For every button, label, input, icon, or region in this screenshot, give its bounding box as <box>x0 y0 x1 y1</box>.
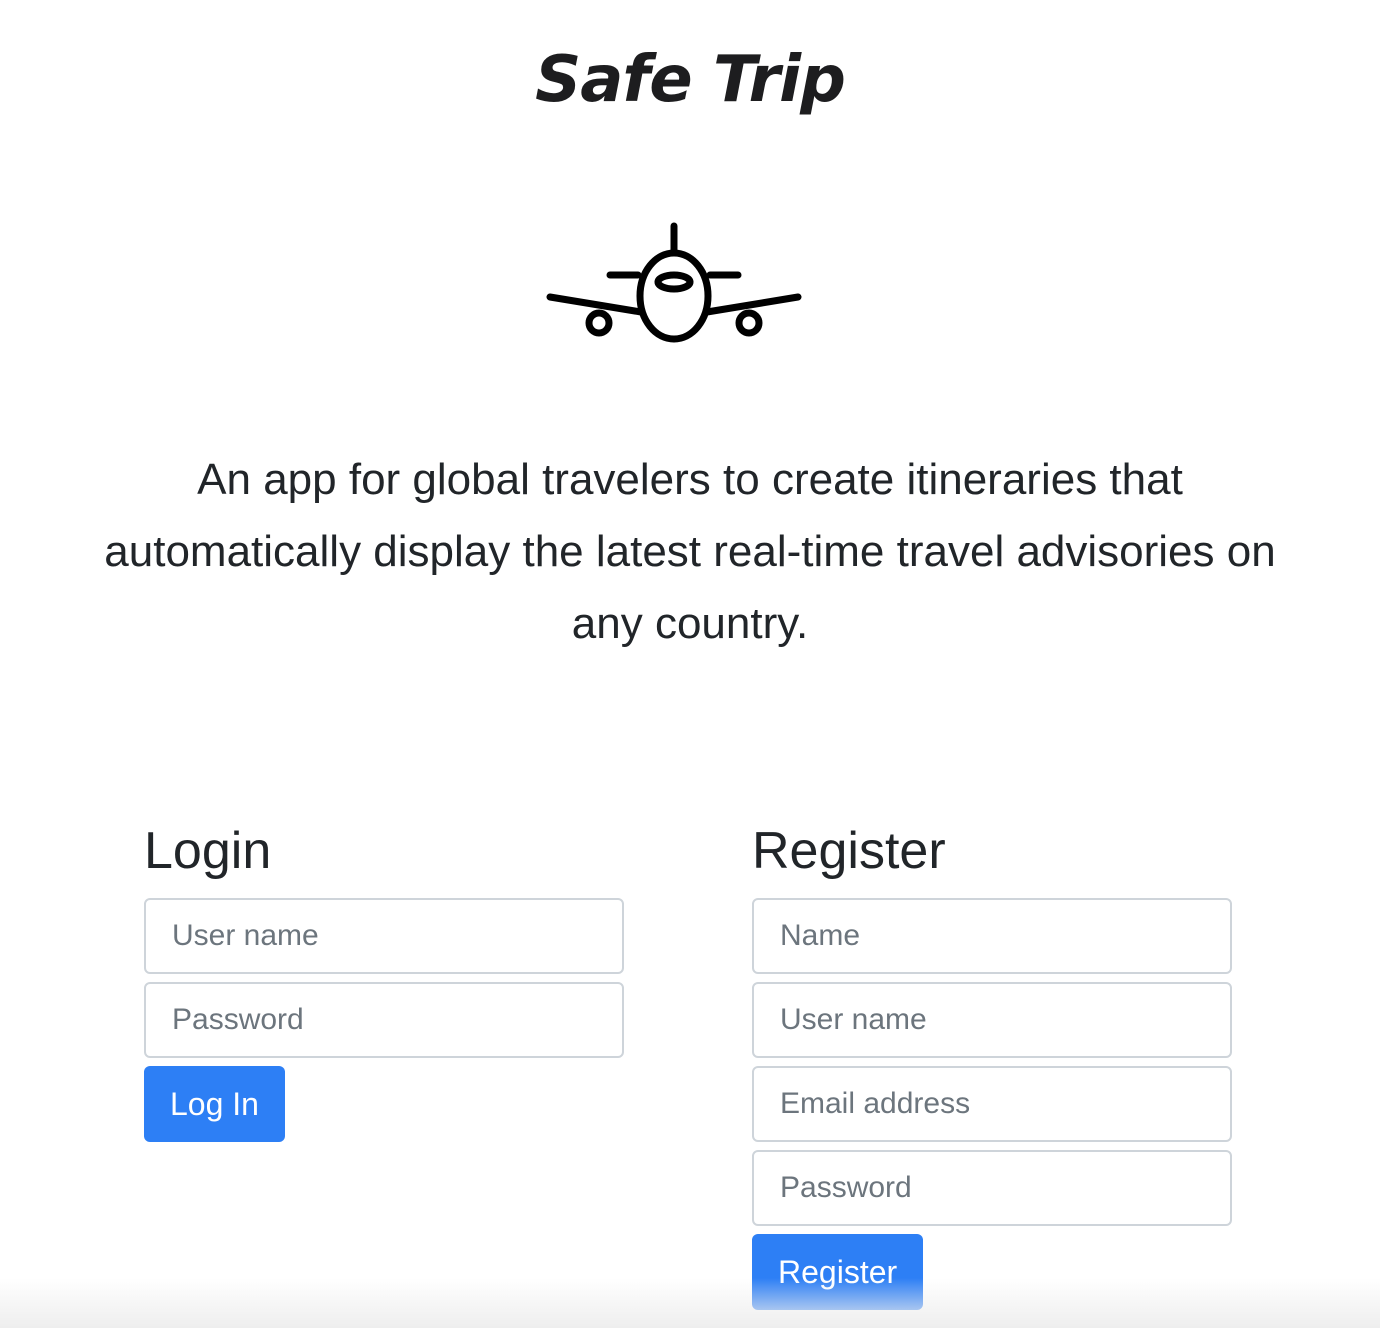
register-button[interactable]: Register <box>752 1234 924 1310</box>
landing-page: Safe Trip An app for global travelers to… <box>0 0 1380 1328</box>
register-password-input[interactable] <box>752 1150 1232 1226</box>
login-username-input[interactable] <box>144 898 624 974</box>
airplane-icon <box>546 222 802 343</box>
login-password-input[interactable] <box>144 982 624 1058</box>
login-title: Login <box>144 822 272 880</box>
register-title: Register <box>752 822 946 880</box>
app-logo: Safe Trip <box>535 43 846 117</box>
login-button[interactable]: Log In <box>144 1066 285 1142</box>
login-form: Login Log In <box>144 818 624 1142</box>
register-name-input[interactable] <box>752 898 1232 974</box>
app-tagline: An app for global travelers to create it… <box>104 455 1276 648</box>
register-email-input[interactable] <box>752 1066 1232 1142</box>
register-form: Register Register <box>752 818 1232 1310</box>
register-username-input[interactable] <box>752 982 1232 1058</box>
